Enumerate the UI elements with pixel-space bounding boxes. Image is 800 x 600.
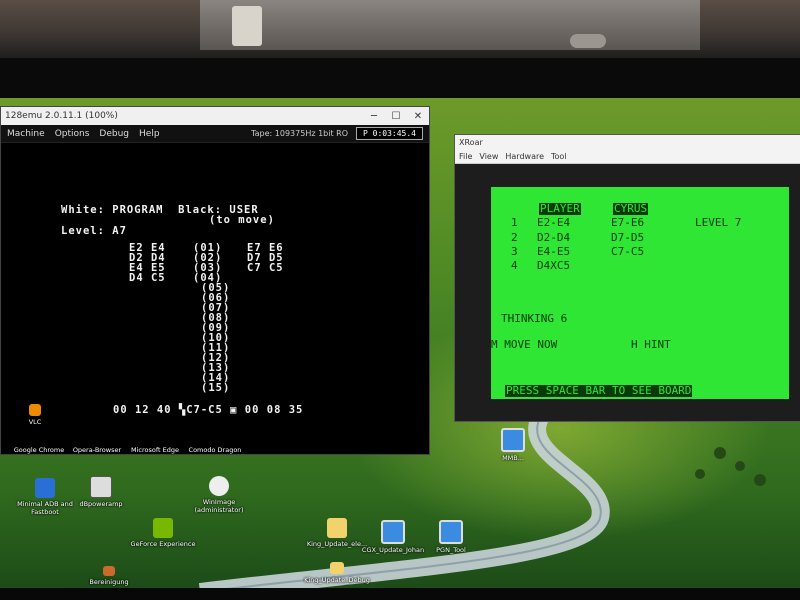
desktop-icon-king-update-debug[interactable]: King_Update_Debug [302, 562, 372, 584]
folder-icon [327, 518, 347, 538]
emulator-menubar: Machine Options Debug Help Tape: 109375H… [1, 125, 429, 143]
player-move: E4-E5 [537, 245, 571, 258]
xroar-screen: PLAYER CYRUS LEVEL 7 1 E2-E4 E7-E6 2 D2-… [491, 187, 789, 399]
level-label: Level: A7 [61, 225, 127, 237]
wall-switch [232, 6, 262, 46]
wall-fixture [570, 34, 606, 48]
speaker-icon [90, 476, 112, 498]
player-move: D2-D4 [537, 231, 571, 244]
folder-icon [330, 562, 344, 574]
desktop-icon-pgn-tool[interactable]: PGN_Tool [416, 520, 486, 554]
dragon-icon [205, 438, 225, 444]
tape-timer: P 0:03:45.4 [356, 127, 423, 140]
thinking-status: THINKING 6 [501, 312, 568, 325]
xroar-menu-view[interactable]: View [479, 152, 498, 161]
move-row-number: 4 [511, 259, 518, 272]
desktop-icon-winimage[interactable]: WinImage (administrator) [184, 476, 254, 514]
player-move: D4XC5 [537, 259, 571, 272]
xroar-window[interactable]: XRoar File View Hardware Tool PLAYER CYR… [454, 134, 800, 422]
to-move-label: (to move) [209, 214, 275, 226]
menu-debug[interactable]: Debug [99, 129, 129, 139]
hint-key: H HINT [631, 338, 671, 351]
desktop-icon-mmb[interactable]: MMB... [478, 428, 548, 462]
monitor-bezel-bottom [0, 588, 800, 600]
winimage-icon [209, 476, 229, 496]
move-now-hint: M MOVE NOW [491, 338, 558, 351]
room-background [0, 0, 800, 62]
black-move: C7 C5 [247, 262, 284, 274]
emulator-window[interactable]: 128emu 2.0.11.1 (100%) ─ ☐ ✕ Machine Opt… [0, 106, 430, 455]
desktop-icon-bereinigung[interactable]: Bereinigung [74, 566, 144, 586]
edge-icon [145, 438, 165, 444]
player-move: E2-E4 [537, 216, 571, 229]
white-move: D4 C5 [129, 272, 166, 284]
desktop-icon-vlc[interactable]: VLC [0, 404, 70, 426]
maximize-icon[interactable]: ☐ [385, 107, 407, 125]
opera-icon [87, 438, 107, 444]
tape-status: Tape: 109375Hz 1bit RO [251, 129, 349, 138]
menu-help[interactable]: Help [139, 129, 160, 139]
xroar-menubar: File View Hardware Tool [455, 149, 800, 164]
xroar-menu-file[interactable]: File [459, 152, 472, 161]
adb-icon [35, 478, 55, 498]
emulator-title: 128emu 2.0.11.1 (100%) [5, 111, 118, 121]
xroar-titlebar[interactable]: XRoar [455, 135, 800, 149]
desktop-icon-comodo-dragon[interactable]: Comodo Dragon [180, 438, 250, 454]
cyrus-column-header: CYRUS [613, 202, 649, 215]
move-row-number: 3 [511, 245, 518, 258]
wall-panel [200, 0, 700, 50]
monitor-icon [439, 520, 463, 544]
move-number: (15) [201, 382, 231, 394]
xroar-menu-tool[interactable]: Tool [551, 152, 567, 161]
chrome-icon [29, 438, 49, 444]
menu-machine[interactable]: Machine [7, 129, 45, 139]
move-row-number: 1 [511, 216, 518, 229]
press-space-prompt: PRESS SPACE BAR TO SEE BOARD [505, 384, 693, 397]
desktop-icon-geforce[interactable]: GeForce Experience [128, 518, 198, 548]
monitor-icon [381, 520, 405, 544]
cyrus-move: D7-D5 [611, 231, 645, 244]
player-column-header: PLAYER [539, 202, 581, 215]
clock-status-line: 00 12 40 ▚C7-C5 ▣ 00 08 35 [113, 404, 304, 416]
cyrus-move: E7-E6 [611, 216, 645, 229]
monitor-bezel-top [0, 58, 800, 102]
cyrus-move: C7-C5 [611, 245, 645, 258]
minimize-icon[interactable]: ─ [363, 107, 385, 125]
geforce-icon [153, 518, 173, 538]
app-icon [103, 566, 115, 576]
close-icon[interactable]: ✕ [407, 107, 429, 125]
xroar-menu-hardware[interactable]: Hardware [505, 152, 544, 161]
desktop-icon-dbpoweramp[interactable]: dBpoweramp [66, 476, 136, 508]
monitor-icon [501, 428, 525, 452]
move-row-number: 2 [511, 231, 518, 244]
menu-options[interactable]: Options [55, 129, 90, 139]
xroar-title: XRoar [459, 137, 483, 147]
level-label: LEVEL 7 [695, 216, 742, 229]
emulator-titlebar[interactable]: 128emu 2.0.11.1 (100%) ─ ☐ ✕ [1, 107, 429, 125]
vlc-icon [29, 404, 41, 416]
